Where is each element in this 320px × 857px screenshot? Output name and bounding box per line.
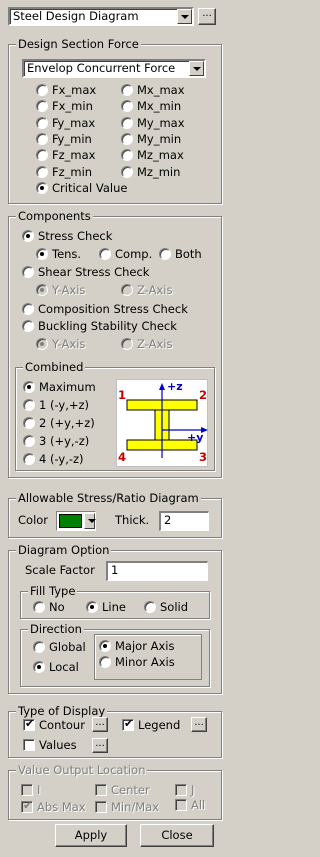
buckling-stability-check-label: Buckling Stability Check [38, 319, 177, 333]
allowable-stress-group: Allowable Stress/Ratio Diagram Color Thi… [8, 491, 222, 538]
radio-mx-max-label: Mx_max [137, 83, 185, 97]
radio-fz-min-label: Fz_min [52, 165, 93, 179]
direction-global-label: Global [49, 640, 86, 654]
value-output-location-group: Value Output Location I Center J ✔ Abs Ma… [8, 763, 222, 820]
check-icon: ✔ [25, 717, 35, 730]
radio-fz-max-label: Fz_max [52, 148, 96, 162]
legend-label: Legend [138, 718, 181, 732]
scale-factor-input[interactable]: 1 [106, 561, 208, 581]
section-force-value: Envelop Concurrent Force [27, 61, 176, 75]
components-title: Components [16, 209, 93, 223]
combined-2-label: 2 (+y,+z) [39, 416, 95, 430]
all-label: All [191, 798, 206, 812]
radio-mz-min-label: Mz_min [137, 165, 181, 179]
combined-4-label: 4 (-y,-z) [39, 452, 84, 466]
type-of-display-group: Type of Display ✔ Contour ... ✔ Legend ...… [8, 704, 222, 758]
buckling-y-axis-label: Y-Axis [52, 337, 86, 351]
shear-stress-check-label: Shear Stress Check [38, 265, 150, 279]
contour-label: Contour [39, 718, 85, 732]
fill-solid-label: Solid [160, 600, 189, 614]
design-section-force-title: Design Section Force [16, 37, 141, 51]
minor-axis-label: Minor Axis [115, 655, 175, 669]
type-of-display-title: Type of Display [16, 704, 108, 718]
section-corner-diagram: +z +y 1 2 3 4 [116, 379, 208, 467]
color-picker[interactable] [56, 511, 96, 531]
corner-label-4: 4 [118, 450, 127, 464]
thick-input[interactable]: 2 [159, 511, 209, 531]
combined-maximum-label: Maximum [39, 380, 96, 394]
design-section-force-group: Design Section Force Envelop Concurrent … [8, 37, 222, 204]
diagram-option-title: Diagram Option [16, 543, 112, 557]
value-output-location-title: Value Output Location [16, 763, 148, 777]
chevron-down-icon[interactable] [177, 9, 192, 24]
stress-check-label: Stress Check [38, 229, 113, 243]
direction-title: Direction [28, 622, 84, 636]
center-label: Center [111, 783, 150, 797]
scale-factor-label: Scale Factor [25, 563, 95, 577]
combined-title: Combined [23, 360, 86, 374]
axis-z-label: +z [167, 380, 183, 393]
comp-label: Comp. [115, 247, 153, 261]
i-section-icon [126, 383, 208, 458]
shear-z-axis-label: Z-Axis [137, 283, 173, 297]
fill-no-label: No [49, 600, 65, 614]
values-more-button[interactable]: ... [92, 738, 108, 753]
radio-my-min-label: My_min [137, 132, 182, 146]
direction-group: Direction Global Local Major Axis Minor … [20, 622, 210, 687]
diagram-more-button[interactable]: ... [198, 8, 216, 25]
corner-label-1: 1 [118, 388, 127, 402]
axis-y-label: +y [187, 431, 204, 444]
composition-stress-check-label: Composition Stress Check [38, 302, 188, 316]
radio-fx-min-label: Fx_min [52, 99, 93, 113]
allowable-stress-title: Allowable Stress/Ratio Diagram [16, 491, 201, 505]
shear-y-axis-label: Y-Axis [52, 283, 86, 297]
combined-group: Combined Maximum 1 (-y,+z) 2 (+y,+z) 3 (… [15, 360, 215, 471]
corner-label-2: 2 [199, 388, 208, 402]
fill-type-title: Fill Type [28, 584, 78, 598]
contour-more-button[interactable]: ... [92, 717, 108, 732]
close-button[interactable]: Close [140, 824, 214, 847]
radio-mx-min-label: Mx_min [137, 99, 182, 113]
combined-1-label: 1 (-y,+z) [39, 398, 90, 412]
apply-button[interactable]: Apply [55, 824, 127, 847]
thick-label: Thick. [115, 513, 150, 527]
direction-local-label: Local [49, 660, 79, 674]
color-label: Color [18, 513, 49, 527]
tens-label: Tens. [52, 247, 82, 261]
j-label: J [191, 783, 195, 797]
legend-more-button[interactable]: ... [191, 717, 207, 732]
radio-my-max-label: My_max [137, 116, 185, 130]
abs-max-label: Abs Max [37, 800, 86, 814]
color-swatch [59, 514, 82, 528]
chevron-down-icon[interactable] [84, 513, 96, 529]
radio-mz-max-label: Mz_max [137, 148, 184, 162]
combined-3-label: 3 (+y,-z) [39, 434, 90, 448]
chevron-down-icon[interactable] [189, 61, 204, 76]
check-icon: ✔ [124, 717, 134, 730]
diagram-option-group: Diagram Option Scale Factor 1 Fill Type … [8, 543, 222, 694]
radio-fy-max-label: Fy_max [52, 116, 96, 130]
diagram-type-value: Steel Design Diagram [13, 9, 139, 23]
radio-critical-value-label: Critical Value [52, 181, 128, 195]
corner-label-3: 3 [199, 450, 208, 464]
section-force-select[interactable]: Envelop Concurrent Force [22, 59, 206, 78]
radio-fx-max-label: Fx_max [52, 83, 97, 97]
radio-fy-min-label: Fy_min [52, 132, 92, 146]
buckling-z-axis-label: Z-Axis [137, 337, 173, 351]
both-label: Both [175, 247, 202, 261]
i-label: I [37, 783, 41, 797]
fill-type-group: Fill Type No Line Solid [20, 584, 210, 619]
components-group: Components Stress Check Tens. Comp. Both… [8, 209, 222, 478]
diagram-type-select[interactable]: Steel Design Diagram [8, 7, 194, 26]
check-icon: ✔ [23, 799, 33, 812]
min-max-label: Min/Max [111, 800, 160, 814]
fill-line-label: Line [102, 600, 126, 614]
major-axis-label: Major Axis [115, 639, 175, 653]
values-label: Values [39, 738, 77, 752]
